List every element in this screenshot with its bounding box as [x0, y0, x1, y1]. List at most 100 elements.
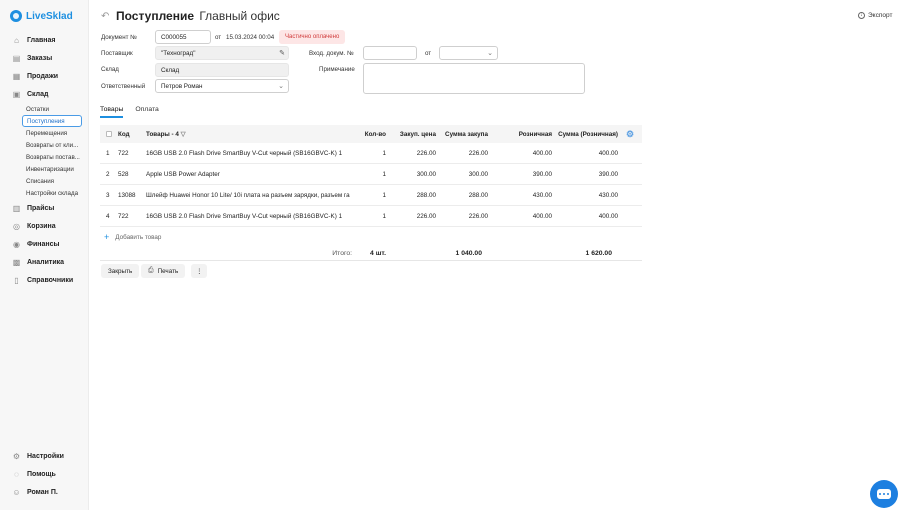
sidebar-item-warehouse[interactable]: ▣ Склад — [0, 85, 89, 103]
print-button-label: Печать — [157, 267, 179, 275]
table-row[interactable]: 2 528 Apple USB Power Adapter 1 300.00 3… — [100, 164, 642, 185]
row-sum: 226.00 — [468, 149, 488, 157]
row-price[interactable]: 226.00 — [386, 213, 436, 220]
prices-icon: ▥ — [12, 203, 21, 213]
incoming-date-select[interactable]: ⌄ — [439, 46, 498, 60]
row-retail[interactable]: 390.00 — [488, 171, 552, 178]
row-price[interactable]: 300.00 — [386, 171, 436, 178]
bottom-nav: ⚙ Настройки ◌ Помощь ☺ Роман П. — [0, 447, 89, 501]
row-number: 3 — [106, 191, 110, 199]
table-row[interactable]: 3 13088 Шлейф Huawei Honor 10 Lite/ 10i … — [100, 185, 642, 206]
gear-icon[interactable]: ⚙ — [618, 129, 642, 140]
row-sum: 226.00 — [468, 212, 488, 220]
doc-date-value[interactable]: 15.03.2024 00:04 — [226, 34, 274, 41]
table-row[interactable]: 4 722 16GB USB 2.0 Flash Drive SmartBuy … — [100, 206, 642, 227]
sidebar-item-orders[interactable]: ▤ Заказы — [0, 49, 89, 67]
row-price[interactable]: 226.00 — [386, 150, 436, 157]
total-qty: 4 шт. — [370, 250, 386, 257]
add-product-label: Добавить товар — [115, 233, 162, 241]
sidebar-item-label: Аналитика — [27, 258, 65, 266]
row-retail[interactable]: 400.00 — [488, 150, 552, 157]
page-title-main: Поступление — [116, 9, 195, 23]
sidebar-item-prices[interactable]: ▥ Прайсы — [0, 199, 89, 217]
row-code: 528 — [118, 170, 129, 178]
print-button[interactable]: ⎙ Печать — [141, 264, 186, 278]
tabs: Товары Оплата — [100, 106, 159, 118]
doc-number-field[interactable]: С000055 — [155, 30, 211, 44]
sidebar-item-reference[interactable]: ▯ Справочники — [0, 271, 89, 289]
add-product-button[interactable]: + Добавить товар — [100, 227, 642, 247]
chat-button[interactable] — [870, 480, 898, 508]
back-icon[interactable]: ↶ — [101, 11, 109, 22]
responsible-label: Ответственный — [101, 83, 146, 90]
sidebar-subitem-stock[interactable]: Остатки — [22, 103, 82, 115]
app-name: LiveSklad — [26, 10, 73, 22]
sidebar-item-sales[interactable]: ▦ Продажи — [0, 67, 89, 85]
page-title: Поступление Главный офис — [116, 9, 280, 23]
sidebar-subitem-writeoffs[interactable]: Списания — [22, 175, 82, 187]
row-qty[interactable]: 1 — [350, 171, 386, 178]
more-icon: ⋮ — [196, 267, 203, 275]
sidebar-item-finance[interactable]: ◉ Финансы — [0, 235, 89, 253]
row-number: 2 — [106, 170, 110, 178]
row-qty[interactable]: 1 — [350, 213, 386, 220]
doc-number-label: Документ № — [101, 34, 137, 41]
select-all-checkbox[interactable] — [106, 131, 112, 137]
tab-payment[interactable]: Оплата — [135, 106, 158, 118]
col-retail-sum: Сумма (Розничная) — [558, 130, 618, 138]
sidebar-subitem-warehouse-settings[interactable]: Настройки склада — [22, 187, 82, 199]
sidebar-item-analytics[interactable]: ▩ Аналитика — [0, 253, 89, 271]
filter-icon[interactable]: ▽ — [181, 131, 186, 138]
sidebar-item-settings[interactable]: ⚙ Настройки — [0, 447, 89, 465]
warehouse-icon: ▣ — [12, 89, 21, 99]
warehouse-label: Склад — [101, 66, 119, 73]
export-button[interactable]: ↓ Экспорт — [858, 12, 892, 19]
col-code: Код — [118, 130, 130, 138]
sidebar-subitem-receipts[interactable]: Поступления — [22, 115, 82, 127]
responsible-select[interactable]: Петров Роман ⌄ — [155, 79, 289, 93]
app-logo[interactable]: LiveSklad — [10, 10, 73, 22]
sidebar-item-label: Справочники — [27, 276, 74, 284]
table-row[interactable]: 1 722 16GB USB 2.0 Flash Drive SmartBuy … — [100, 143, 642, 164]
col-qty: Кол-во — [364, 130, 386, 138]
edit-icon[interactable]: ✎ — [279, 49, 285, 57]
close-button[interactable]: Закрыть — [101, 264, 140, 278]
sidebar-item-label: Главная — [27, 36, 56, 44]
home-icon: ⌂ — [14, 35, 19, 45]
sidebar-subitem-inventory[interactable]: Инвентаризации — [22, 163, 82, 175]
row-qty[interactable]: 1 — [350, 150, 386, 157]
col-name[interactable]: Товары - 4 ▽ — [146, 131, 350, 138]
incoming-doc-field[interactable] — [363, 46, 417, 60]
row-price[interactable]: 288.00 — [386, 192, 436, 199]
select-all-cell[interactable] — [100, 131, 118, 137]
row-retail[interactable]: 430.00 — [488, 192, 552, 199]
main-nav: ⌂ Главная ▤ Заказы ▦ Продажи ▣ Склад Ост… — [0, 31, 89, 289]
warehouse-submenu: Остатки Поступления Перемещения Возвраты… — [22, 103, 89, 199]
plus-icon: + — [104, 232, 110, 242]
products-table: Код Товары - 4 ▽ Кол-во Закуп. цена Сумм… — [100, 125, 642, 261]
more-button[interactable]: ⋮ — [191, 264, 208, 278]
row-qty[interactable]: 1 — [350, 192, 386, 199]
note-textarea[interactable] — [363, 63, 585, 94]
sidebar-item-cart[interactable]: ◎ Корзина — [0, 217, 89, 235]
doc-number-value: С000055 — [161, 34, 187, 41]
sidebar-item-label: Роман П. — [27, 488, 58, 496]
row-retail-sum: 430.00 — [598, 191, 618, 199]
sidebar: LiveSklad ⌂ Главная ▤ Заказы ▦ Продажи ▣… — [0, 0, 89, 510]
sidebar-item-user[interactable]: ☺ Роман П. — [0, 483, 89, 501]
row-sum: 288.00 — [468, 191, 488, 199]
row-retail[interactable]: 400.00 — [488, 213, 552, 220]
sidebar-item-label: Продажи — [27, 72, 59, 80]
tab-products[interactable]: Товары — [100, 106, 124, 118]
supplier-field[interactable]: "Техноград" ✎ — [155, 46, 289, 60]
sidebar-item-label: Склад — [27, 90, 49, 98]
sidebar-item-help[interactable]: ◌ Помощь — [0, 465, 89, 483]
sidebar-subitem-supplier-returns[interactable]: Возвраты постав... — [22, 151, 82, 163]
total-label: Итого: — [332, 250, 352, 257]
incoming-doc-label: Вход. докум. № — [309, 50, 354, 57]
sidebar-item-home[interactable]: ⌂ Главная — [0, 31, 89, 49]
sidebar-subitem-transfers[interactable]: Перемещения — [22, 127, 82, 139]
sidebar-subitem-client-returns[interactable]: Возвраты от кли... — [22, 139, 82, 151]
chevron-down-icon: ⌄ — [278, 83, 284, 90]
row-retail-sum: 390.00 — [598, 170, 618, 178]
